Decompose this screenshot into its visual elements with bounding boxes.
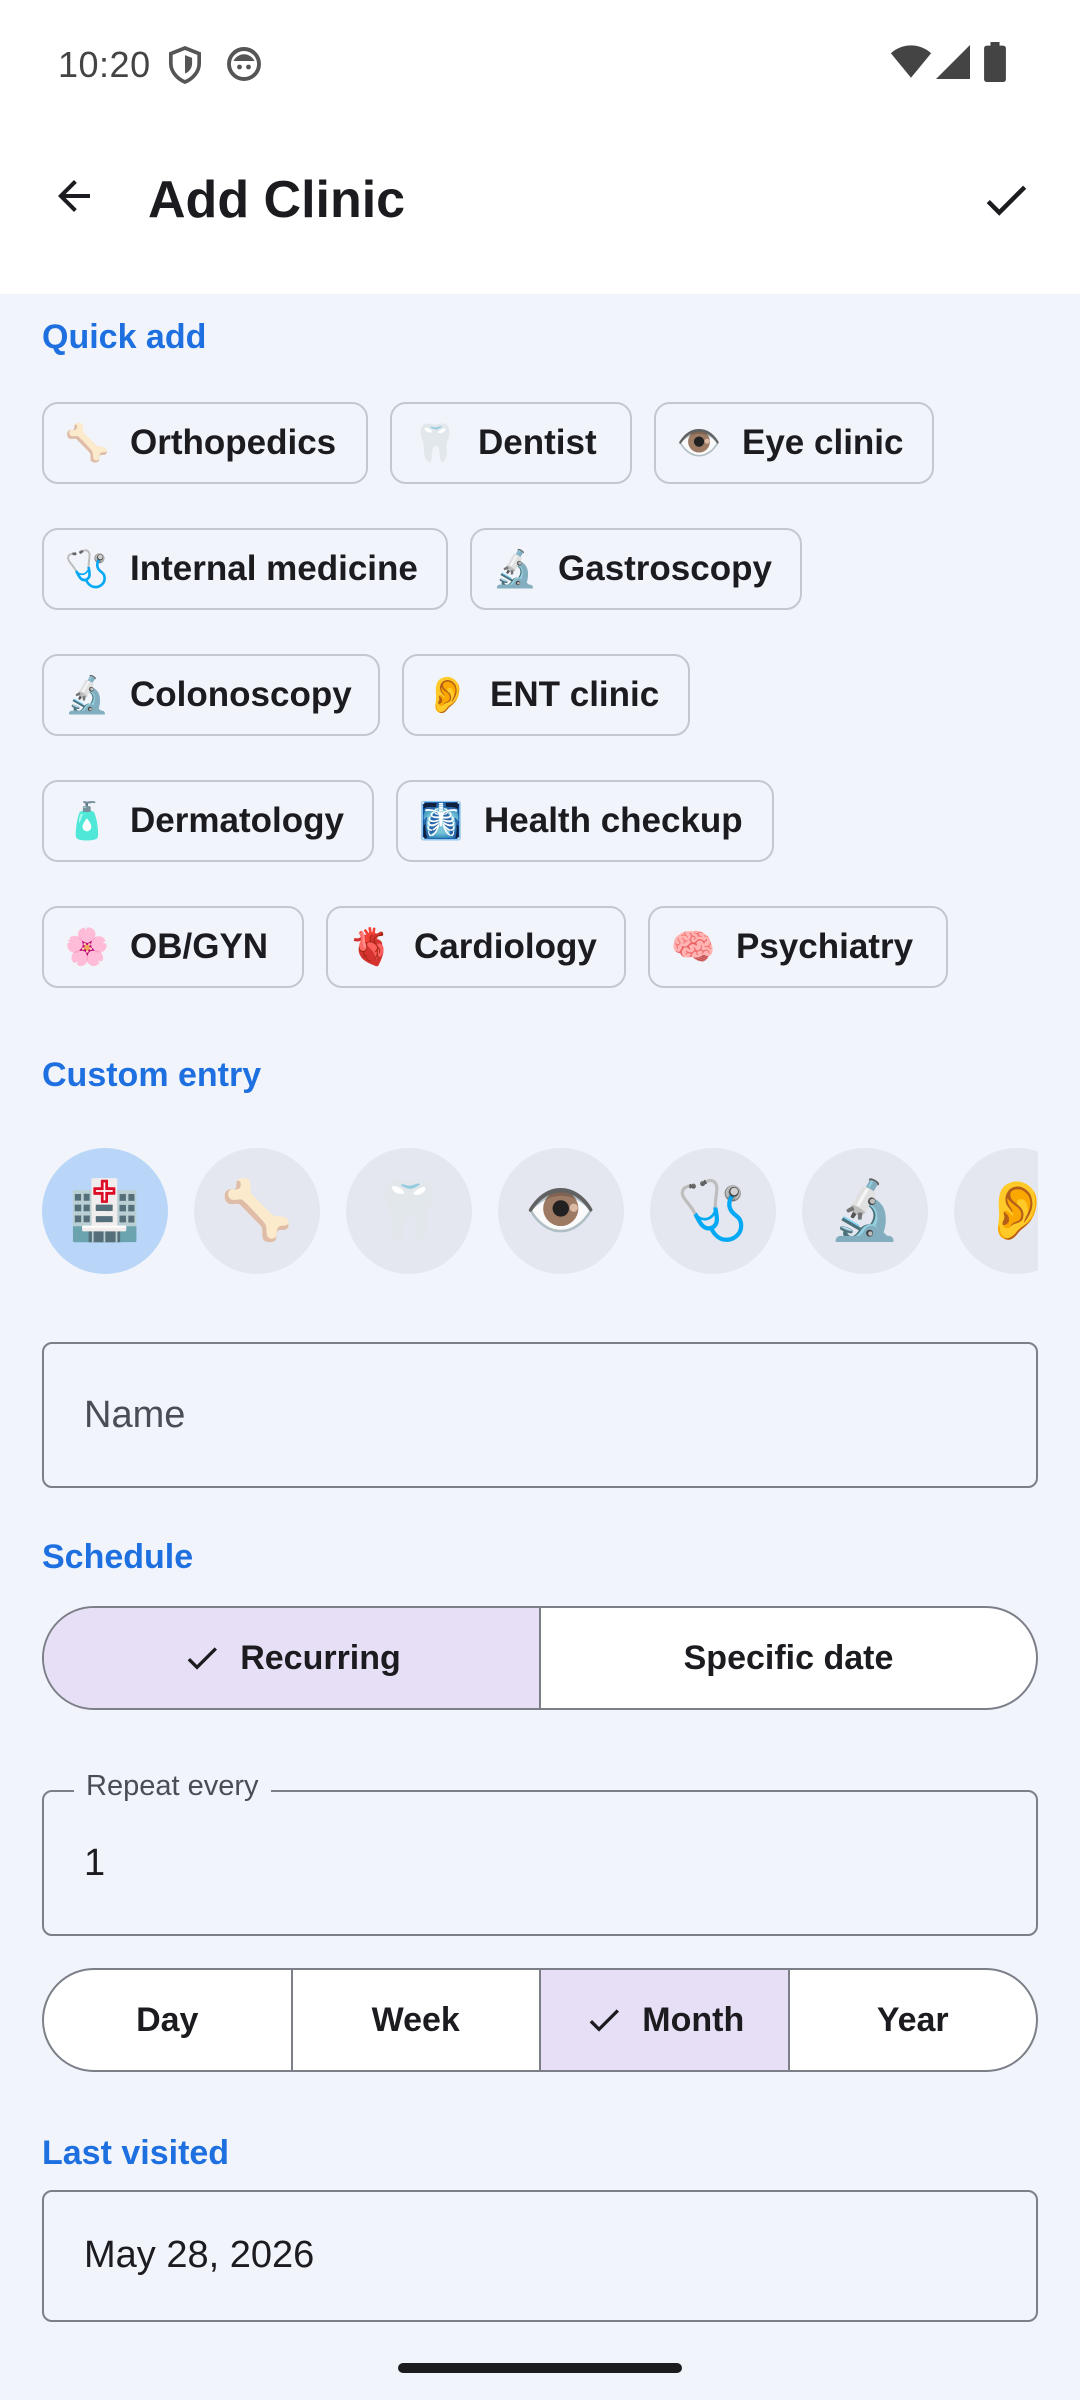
- chip-colonoscopy[interactable]: 🔬 Colonoscopy: [42, 654, 380, 736]
- last-visited-value: May 28, 2026: [84, 2234, 315, 2276]
- repeat-every-value: 1: [84, 1842, 106, 1884]
- segment-label: Week: [371, 2000, 460, 2039]
- segment-label: Month: [642, 2000, 745, 2039]
- page-title: Add Clinic: [148, 171, 406, 229]
- face-icon: [226, 46, 262, 87]
- chip-psychiatry[interactable]: 🧠 Psychiatry: [648, 906, 948, 988]
- chip-label: Dentist: [478, 423, 597, 462]
- back-button[interactable]: [40, 164, 108, 232]
- chip-label: OB/GYN: [130, 927, 269, 966]
- chip-label: Internal medicine: [130, 549, 418, 588]
- chip-dermatology[interactable]: 🧴 Dermatology: [42, 780, 374, 862]
- month-option[interactable]: Month: [541, 1970, 790, 2070]
- schedule-heading: Schedule: [42, 1538, 194, 1576]
- chip-label: Cardiology: [414, 927, 597, 966]
- chip-label: Eye clinic: [742, 423, 904, 462]
- status-time: 10:20: [58, 44, 151, 85]
- repeat-every-field[interactable]: Repeat every 1: [42, 1770, 1038, 1936]
- segment-label: Recurring: [240, 1638, 401, 1677]
- tooth-icon: 🦷: [412, 422, 458, 463]
- hospital-icon-option[interactable]: 🏥: [42, 1148, 168, 1274]
- name-placeholder: Name: [84, 1394, 186, 1436]
- stethoscope-icon: 🩺: [64, 548, 110, 589]
- icon-picker: 🏥 🦴 🦷 👁️ 🩺 🔬 👂: [42, 1148, 1038, 1274]
- eye-icon-option[interactable]: 👁️: [498, 1148, 624, 1274]
- chip-orthopedics[interactable]: 🦴 Orthopedics: [42, 402, 368, 484]
- last-visited-date-field[interactable]: May 28, 2026: [42, 2190, 1038, 2322]
- lotion-bottle-icon: 🧴: [64, 800, 110, 841]
- repeat-every-label: Repeat every: [74, 1770, 271, 1803]
- heart-icon: 🫀: [348, 926, 394, 967]
- segment-label: Year: [876, 2000, 949, 2039]
- chip-cardiology[interactable]: 🫀 Cardiology: [326, 906, 626, 988]
- check-icon: [979, 173, 1033, 232]
- blossom-icon: 🌸: [64, 926, 110, 967]
- chip-label: Orthopedics: [130, 423, 337, 462]
- wifi-icon: [890, 44, 932, 85]
- chip-label: Psychiatry: [736, 927, 914, 966]
- schedule-mode-toggle: Recurring Specific date: [42, 1606, 1038, 1710]
- chip-health-checkup[interactable]: 🩻 Health checkup: [396, 780, 774, 862]
- microscope-icon: 🔬: [492, 548, 538, 589]
- stethoscope-icon-option[interactable]: 🩺: [650, 1148, 776, 1274]
- quick-add-heading: Quick add: [42, 318, 207, 356]
- cellular-icon: [936, 44, 970, 85]
- x-ray-icon: 🩻: [418, 800, 464, 841]
- arrow-left-icon: [50, 172, 98, 225]
- tooth-icon-option[interactable]: 🦷: [346, 1148, 472, 1274]
- top-app-bar: Add Clinic: [0, 130, 1080, 294]
- ear-icon-option[interactable]: 👂: [954, 1148, 1038, 1274]
- segment-label: Specific date: [683, 1638, 894, 1677]
- name-field[interactable]: Name: [42, 1342, 1038, 1488]
- segment-label: Day: [136, 2000, 199, 2039]
- custom-entry-heading: Custom entry: [42, 1056, 262, 1094]
- shield-icon: [168, 46, 202, 89]
- chip-label: Colonoscopy: [130, 675, 352, 714]
- repeat-unit-toggle: Day Week Month Year: [42, 1968, 1038, 2072]
- chip-label: Gastroscopy: [558, 549, 772, 588]
- bone-icon-option[interactable]: 🦴: [194, 1148, 320, 1274]
- chip-label: Dermatology: [130, 801, 344, 840]
- chip-ent-clinic[interactable]: 👂 ENT clinic: [402, 654, 690, 736]
- chip-gastroscopy[interactable]: 🔬 Gastroscopy: [470, 528, 802, 610]
- chip-eye-clinic[interactable]: 👁️ Eye clinic: [654, 402, 934, 484]
- chip-label: Health checkup: [484, 801, 743, 840]
- save-button[interactable]: [968, 164, 1044, 240]
- status-bar: 10:20: [0, 0, 1080, 130]
- battery-icon: [984, 42, 1006, 87]
- check-icon: [584, 2000, 624, 2040]
- week-option[interactable]: Week: [293, 1970, 541, 2070]
- bone-icon: 🦴: [64, 422, 110, 463]
- microscope-icon: 🔬: [64, 674, 110, 715]
- chip-internal-medicine[interactable]: 🩺 Internal medicine: [42, 528, 448, 610]
- chip-label: ENT clinic: [490, 675, 660, 714]
- check-icon: [182, 1638, 222, 1678]
- day-option[interactable]: Day: [44, 1970, 293, 2070]
- last-visited-heading: Last visited: [42, 2134, 230, 2172]
- ear-icon: 👂: [424, 674, 470, 715]
- year-option[interactable]: Year: [790, 1970, 1037, 2070]
- chip-dentist[interactable]: 🦷 Dentist: [390, 402, 632, 484]
- specific-date-option[interactable]: Specific date: [541, 1608, 1036, 1708]
- recurring-option[interactable]: Recurring: [44, 1608, 541, 1708]
- chip-ob-gyn[interactable]: 🌸 OB/GYN: [42, 906, 304, 988]
- brain-icon: 🧠: [670, 926, 716, 967]
- home-indicator[interactable]: [398, 2363, 682, 2373]
- eye-icon: 👁️: [676, 422, 722, 463]
- microscope-icon-option[interactable]: 🔬: [802, 1148, 928, 1274]
